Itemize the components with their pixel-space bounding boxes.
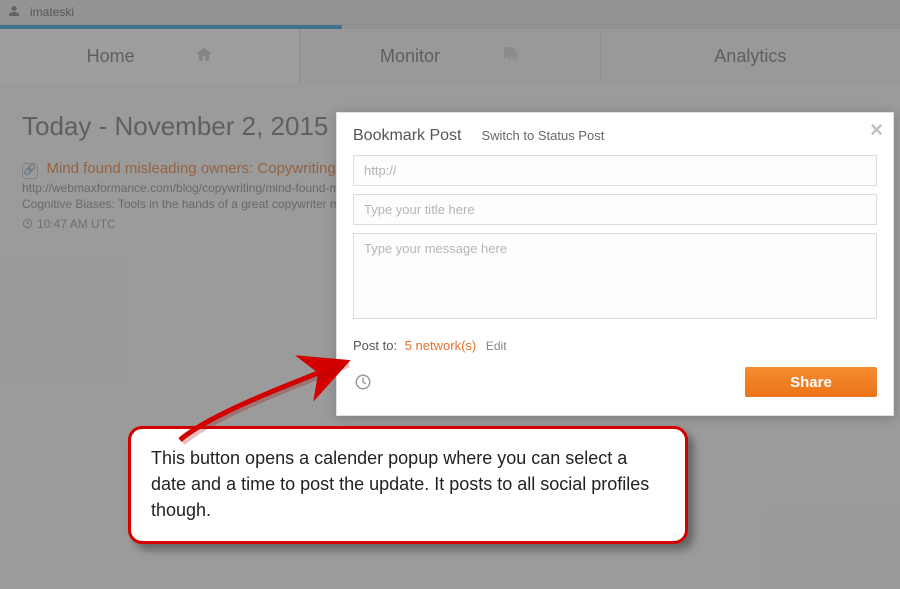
- tab-monitor-label: Monitor: [380, 46, 440, 67]
- tab-home-label: Home: [87, 46, 135, 67]
- post-to-row: Post to: 5 network(s) Edit: [353, 338, 877, 353]
- tab-analytics-label: Analytics: [714, 46, 786, 67]
- main-tabs: Home Monitor Analytics: [0, 29, 900, 83]
- bookmark-modal: × Bookmark Post Switch to Status Post Po…: [336, 112, 894, 416]
- message-input[interactable]: [353, 233, 877, 319]
- user-name[interactable]: imateski: [30, 5, 74, 19]
- clock-icon: [354, 373, 372, 391]
- tab-monitor[interactable]: Monitor: [300, 29, 600, 83]
- home-icon: [195, 45, 213, 68]
- share-button[interactable]: Share: [745, 367, 877, 397]
- modal-footer: Share: [353, 367, 877, 397]
- switch-post-type[interactable]: Switch to Status Post: [481, 128, 604, 143]
- title-input[interactable]: [353, 194, 877, 225]
- user-bar: imateski: [0, 0, 900, 25]
- edit-networks[interactable]: Edit: [486, 339, 507, 353]
- schedule-button[interactable]: [353, 372, 373, 392]
- user-icon: [8, 5, 30, 20]
- annotation-callout: This button opens a calender popup where…: [128, 426, 688, 544]
- modal-header: Bookmark Post Switch to Status Post: [353, 127, 877, 145]
- chat-icon: [500, 45, 520, 68]
- post-to-label: Post to:: [353, 338, 397, 353]
- url-input[interactable]: [353, 155, 877, 186]
- link-icon: 🔗: [22, 163, 38, 179]
- callout-text: This button opens a calender popup where…: [151, 448, 649, 520]
- modal-title: Bookmark Post: [353, 127, 461, 145]
- tab-home[interactable]: Home: [0, 29, 300, 83]
- post-time-text: 10:47 AM UTC: [37, 217, 116, 231]
- close-icon[interactable]: ×: [870, 119, 883, 141]
- networks-count[interactable]: 5 network(s): [405, 338, 477, 353]
- tab-analytics[interactable]: Analytics: [601, 29, 900, 83]
- post-title[interactable]: Mind found misleading owners: Copywritin…: [46, 160, 335, 177]
